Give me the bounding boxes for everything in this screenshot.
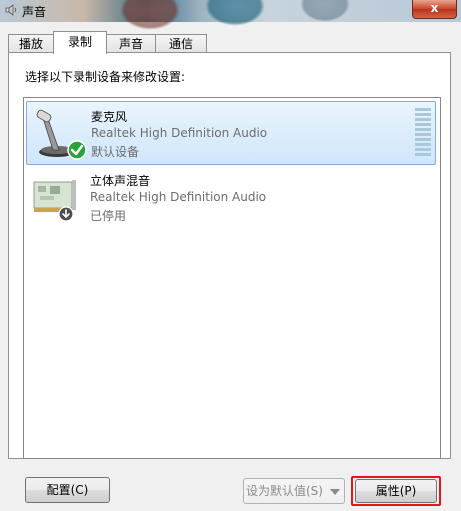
device-driver: Realtek High Definition Audio [90, 190, 267, 204]
tab-playback[interactable]: 播放 [8, 34, 54, 53]
tab-communications[interactable]: 通信 [155, 34, 207, 53]
tab-sounds[interactable]: 声音 [106, 34, 156, 53]
tab-recording[interactable]: 录制 [53, 31, 107, 54]
device-name: 立体声混音 [90, 174, 151, 188]
default-check-icon [67, 140, 87, 160]
set-default-button[interactable]: 设为默认值(S) [243, 478, 326, 504]
disabled-arrow-icon [58, 206, 74, 222]
title-bar[interactable]: 声音 x [0, 0, 461, 30]
highlight-annotation [351, 476, 441, 506]
window-title: 声音 [22, 5, 47, 19]
glass-reflection [300, 0, 350, 22]
instruction-text: 选择以下录制设备来修改设置: [25, 70, 186, 84]
chevron-down-icon[interactable] [325, 478, 345, 504]
device-status: 已停用 [90, 209, 127, 223]
device-status: 默认设备 [91, 145, 140, 159]
glass-reflection [205, 0, 265, 26]
device-name: 麦克风 [91, 110, 128, 124]
speaker-icon[interactable] [5, 3, 19, 17]
level-meter [415, 108, 431, 160]
close-button[interactable]: x [412, 0, 457, 19]
configure-button[interactable]: 配置(C) [25, 477, 110, 503]
device-list[interactable]: 麦克风 Realtek High Definition Audio 默认设备 立… [23, 97, 441, 459]
device-driver: Realtek High Definition Audio [91, 126, 268, 140]
glass-reflection [120, 0, 180, 30]
device-item-microphone[interactable]: 麦克风 Realtek High Definition Audio 默认设备 [26, 101, 436, 165]
device-item-stereo-mix[interactable]: 立体声混音 Realtek High Definition Audio 已停用 [26, 166, 436, 230]
